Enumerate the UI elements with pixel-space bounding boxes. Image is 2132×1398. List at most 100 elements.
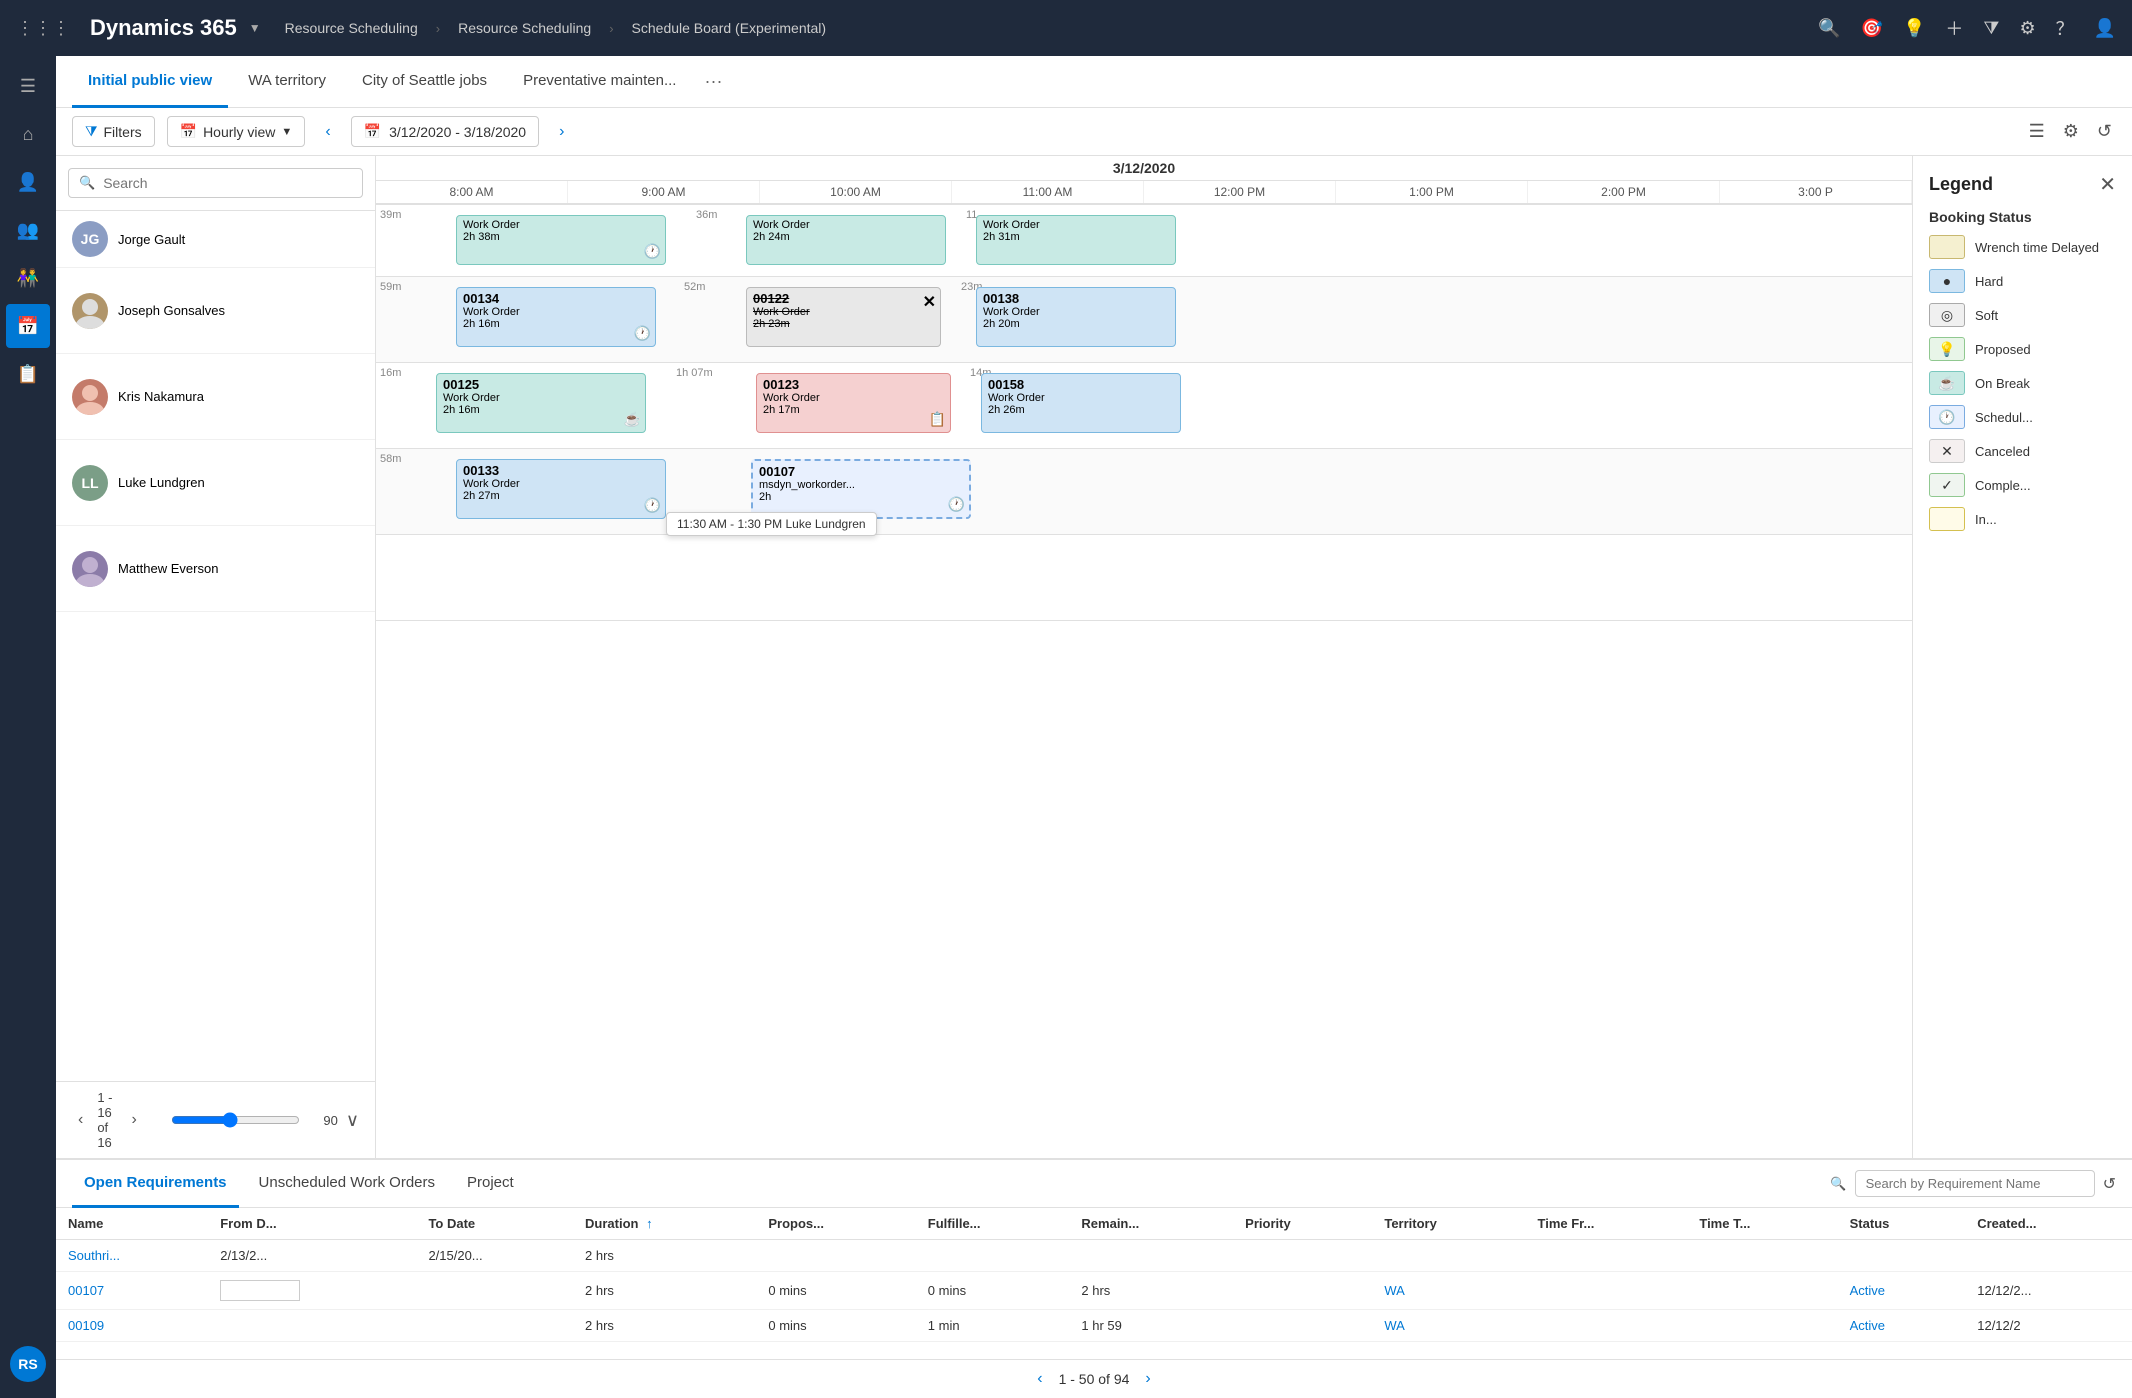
col-time-fr[interactable]: Time Fr... bbox=[1526, 1208, 1688, 1240]
col-duration[interactable]: Duration ↑ bbox=[573, 1208, 756, 1240]
tab-initial-public-view[interactable]: Initial public view bbox=[72, 56, 228, 108]
tab-preventative[interactable]: Preventative mainten... bbox=[507, 56, 692, 108]
app-dropdown-icon[interactable]: ▼ bbox=[249, 21, 261, 35]
hourly-view-button[interactable]: 📅 Hourly view ▼ bbox=[167, 116, 306, 147]
col-proposed[interactable]: Propos... bbox=[756, 1208, 915, 1240]
tab-city-seattle[interactable]: City of Seattle jobs bbox=[346, 56, 503, 108]
add-icon[interactable]: ＋ bbox=[1945, 15, 1963, 41]
booking-block[interactable]: 00158 Work Order 2h 26m bbox=[981, 373, 1181, 433]
resource-name: Luke Lundgren bbox=[118, 475, 205, 490]
date-range-picker[interactable]: 📅 3/12/2020 - 3/18/2020 bbox=[351, 116, 539, 147]
legend-item-label: Hard bbox=[1975, 274, 2003, 289]
legend-swatch: ✕ bbox=[1929, 439, 1965, 463]
row-name-link[interactable]: 00109 bbox=[68, 1318, 104, 1333]
booking-block[interactable]: Work Order 2h 24m bbox=[746, 215, 946, 265]
booking-block[interactable]: Work Order 2h 31m bbox=[976, 215, 1176, 265]
legend-item-scheduled: 🕐 Schedul... bbox=[1929, 405, 2116, 429]
collapse-button[interactable]: ∨ bbox=[346, 1110, 359, 1131]
row-name-link[interactable]: 00107 bbox=[68, 1283, 104, 1298]
req-search-icon[interactable]: 🔍 bbox=[1830, 1176, 1846, 1192]
sidebar-groups-icon[interactable]: 👫 bbox=[6, 256, 50, 300]
table-row: Southri... 2/13/2... 2/15/20... 2 hrs bbox=[56, 1240, 2132, 1272]
resource-next-page[interactable]: › bbox=[125, 1109, 142, 1131]
col-name[interactable]: Name bbox=[56, 1208, 208, 1240]
help-icon[interactable]: ？ bbox=[2056, 15, 2074, 41]
legend-close-button[interactable]: ✕ bbox=[2099, 172, 2116, 197]
col-territory[interactable]: Territory bbox=[1372, 1208, 1525, 1240]
settings-nav-icon[interactable]: ⚙ bbox=[2019, 18, 2035, 39]
sidebar-home-icon[interactable]: ⌂ bbox=[6, 112, 50, 156]
grid-icon[interactable]: ⋮⋮⋮ bbox=[16, 18, 70, 39]
search-nav-icon[interactable]: 🔍 bbox=[1818, 18, 1840, 39]
sidebar-schedule-icon[interactable]: 📋 bbox=[6, 352, 50, 396]
legend-swatch bbox=[1929, 507, 1965, 531]
legend-item-canceled: ✕ Canceled bbox=[1929, 439, 2116, 463]
date-next-arrow[interactable]: › bbox=[551, 119, 572, 145]
status-link[interactable]: Active bbox=[1850, 1283, 1885, 1298]
booking-block-dashed[interactable]: 00107 msdyn_workorder... 2h 🕐 bbox=[751, 459, 971, 519]
sidebar-contacts-icon[interactable]: 👥 bbox=[6, 208, 50, 252]
block-duration: 2h 38m bbox=[463, 231, 659, 243]
row-remaining: 1 hr 59 bbox=[1069, 1310, 1233, 1342]
territory-link[interactable]: WA bbox=[1384, 1283, 1404, 1298]
row-name-link[interactable]: Southri... bbox=[68, 1248, 120, 1263]
block-duration: 2h 27m bbox=[463, 490, 659, 502]
col-from[interactable]: From D... bbox=[208, 1208, 416, 1240]
resource-item[interactable]: LL Luke Lundgren bbox=[56, 440, 375, 526]
sidebar-calendar-icon[interactable]: 📅 bbox=[6, 304, 50, 348]
col-time-t[interactable]: Time T... bbox=[1687, 1208, 1837, 1240]
status-link[interactable]: Active bbox=[1850, 1318, 1885, 1333]
col-created[interactable]: Created... bbox=[1965, 1208, 2132, 1240]
rs-badge[interactable]: RS bbox=[10, 1346, 46, 1382]
lightbulb-icon[interactable]: 💡 bbox=[1903, 18, 1925, 39]
list-view-icon[interactable]: ☰ bbox=[2025, 117, 2049, 146]
search-input[interactable] bbox=[103, 175, 352, 191]
booking-block[interactable]: Work Order 2h 38m 🕐 bbox=[456, 215, 666, 265]
row-time-t bbox=[1687, 1240, 1837, 1272]
settings-board-icon[interactable]: ⚙ bbox=[2059, 117, 2083, 146]
target-icon[interactable]: 🎯 bbox=[1861, 18, 1883, 39]
duration-label: 59m bbox=[380, 281, 401, 293]
booking-block[interactable]: 00133 Work Order 2h 27m 🕐 bbox=[456, 459, 666, 519]
filter-icon: ⧩ bbox=[85, 123, 98, 140]
resource-item[interactable]: JG Jorge Gault bbox=[56, 211, 375, 268]
resource-item[interactable]: Joseph Gonsalves bbox=[56, 268, 375, 354]
date-prev-arrow[interactable]: ‹ bbox=[317, 119, 338, 145]
booking-block[interactable]: 00122 Work Order 2h 23m ✕ bbox=[746, 287, 941, 347]
breadcrumb1[interactable]: Resource Scheduling bbox=[458, 20, 591, 36]
territory-link[interactable]: WA bbox=[1384, 1318, 1404, 1333]
legend-item-in: In... bbox=[1929, 507, 2116, 531]
col-remaining[interactable]: Remain... bbox=[1069, 1208, 1233, 1240]
profile-icon[interactable]: 👤 bbox=[2094, 18, 2116, 39]
sidebar-menu-icon[interactable]: ☰ bbox=[6, 64, 50, 108]
req-search-input[interactable] bbox=[1855, 1170, 2095, 1197]
booking-block[interactable]: 00123 Work Order 2h 17m 📋 bbox=[756, 373, 951, 433]
tab-wa-territory[interactable]: WA territory bbox=[232, 56, 342, 108]
booking-block[interactable]: 00138 Work Order 2h 20m bbox=[976, 287, 1176, 347]
booking-block[interactable]: 00134 Work Order 2h 16m 🕐 bbox=[456, 287, 656, 347]
time-slot: 3:00 P bbox=[1720, 181, 1912, 203]
col-status[interactable]: Status bbox=[1838, 1208, 1966, 1240]
tab-more-icon[interactable]: ··· bbox=[696, 71, 730, 92]
pag-prev-arrow[interactable]: ‹ bbox=[1029, 1368, 1050, 1390]
booking-block[interactable]: 00125 Work Order 2h 16m ☕ bbox=[436, 373, 646, 433]
pag-next-arrow[interactable]: › bbox=[1137, 1368, 1158, 1390]
req-refresh-icon[interactable]: ↺ bbox=[2103, 1174, 2116, 1194]
resource-prev-page[interactable]: ‹ bbox=[72, 1109, 89, 1131]
date-input[interactable] bbox=[220, 1280, 300, 1301]
req-tab-unscheduled[interactable]: Unscheduled Work Orders bbox=[247, 1160, 447, 1208]
col-priority[interactable]: Priority bbox=[1233, 1208, 1372, 1240]
req-tab-project[interactable]: Project bbox=[455, 1160, 526, 1208]
resource-item[interactable]: Matthew Everson bbox=[56, 526, 375, 612]
filters-button[interactable]: ⧩ Filters bbox=[72, 116, 155, 147]
sidebar-user-icon[interactable]: 👤 bbox=[6, 160, 50, 204]
resource-item[interactable]: Kris Nakamura bbox=[56, 354, 375, 440]
zoom-slider[interactable] bbox=[171, 1112, 300, 1128]
col-fulfilled[interactable]: Fulfille... bbox=[916, 1208, 1070, 1240]
resource-list: 🔍 JG Jorge Gault Joseph bbox=[56, 156, 376, 1158]
col-to[interactable]: To Date bbox=[416, 1208, 573, 1240]
filter-nav-icon[interactable]: ⧩ bbox=[1983, 18, 1999, 39]
time-slot: 1:00 PM bbox=[1336, 181, 1528, 203]
refresh-icon[interactable]: ↺ bbox=[2093, 117, 2116, 146]
req-tab-open[interactable]: Open Requirements bbox=[72, 1160, 239, 1208]
